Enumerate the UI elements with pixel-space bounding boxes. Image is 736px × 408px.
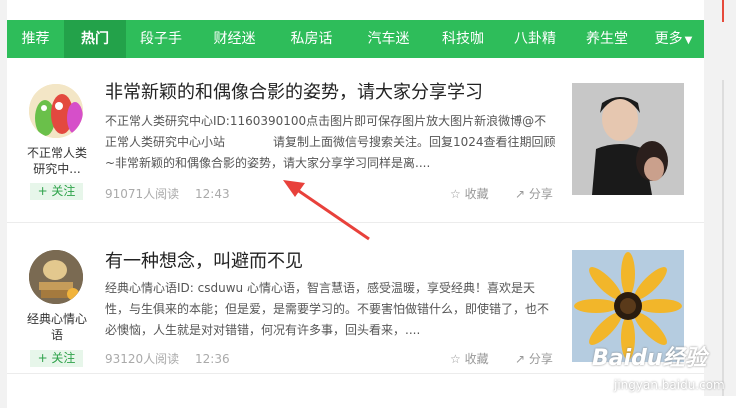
read-count: 91071人阅读 (105, 187, 180, 201)
follow-button[interactable]: + 关注 (30, 350, 83, 367)
nav-item-more[interactable]: 更多 ▼ (643, 20, 704, 58)
article-meta: 93120人阅读 12:36 (105, 350, 242, 367)
nav-item-private[interactable]: 私房话 (273, 20, 350, 58)
author-name-line: 经典心情心 (26, 312, 87, 326)
publish-time: 12:43 (195, 187, 230, 201)
chevron-down-icon: ▼ (684, 35, 693, 46)
article-summary: 不正常人类研究中心ID:1160390100点击图片即可保存图片放大图片新浪微博… (105, 114, 556, 170)
follow-button[interactable]: + 关注 (30, 183, 83, 200)
right-edge-accent (722, 0, 724, 22)
article-meta: 91071人阅读 12:43 (105, 185, 242, 202)
favorite-button[interactable]: ☆ 收藏 (450, 350, 489, 367)
article-summary: 经典心情心语ID: csduwu 心情心语，智言慧语，感受温暖，享受经典！喜欢是… (105, 281, 550, 337)
right-edge-line (722, 80, 724, 408)
share-button[interactable]: ↗ 分享 (515, 350, 553, 367)
nav-item-gossip[interactable]: 八卦精 (499, 20, 571, 58)
article-title[interactable]: 非常新颖的和偶像合影的姿势，请大家分享学习 (105, 78, 483, 104)
nav-item-jokes[interactable]: 段子手 (126, 20, 196, 58)
author-avatar[interactable] (29, 250, 83, 304)
read-count: 93120人阅读 (105, 352, 180, 366)
share-button[interactable]: ↗ 分享 (515, 185, 553, 202)
star-icon: ☆ (450, 187, 461, 201)
author-name-line: 研究中... (33, 162, 81, 176)
baidu-watermark-logo: Baidu经验 (592, 346, 707, 371)
share-icon: ↗ (515, 187, 526, 201)
bottom-strip (7, 396, 736, 408)
nav-item-recommend[interactable]: 推荐 (7, 20, 64, 58)
publish-time: 12:36 (195, 352, 230, 366)
author-name-line: 不正常人类 (26, 146, 87, 160)
share-icon: ↗ (515, 352, 526, 366)
nav-item-health[interactable]: 养生堂 (571, 20, 643, 58)
author-avatar[interactable] (29, 84, 83, 138)
nav-item-hot[interactable]: 热门 (64, 20, 126, 58)
article-title[interactable]: 有一种想念，叫避而不见 (105, 247, 303, 273)
favorite-button[interactable]: ☆ 收藏 (450, 185, 489, 202)
author-name[interactable]: 不正常人类 研究中... (15, 145, 99, 177)
baidu-watermark-url: jingyan.baidu.com (614, 378, 725, 392)
author-name[interactable]: 经典心情心 语 (15, 311, 99, 343)
category-nav: 推荐 热门 段子手 财经迷 私房话 汽车迷 科技咖 八卦精 养生堂 更多 ▼ (7, 20, 704, 58)
nav-item-cars[interactable]: 汽车迷 (350, 20, 427, 58)
nav-item-finance[interactable]: 财经迷 (196, 20, 273, 58)
nav-item-tech[interactable]: 科技咖 (427, 20, 499, 58)
author-name-line: 语 (50, 328, 63, 342)
star-icon: ☆ (450, 352, 461, 366)
article-thumbnail[interactable] (572, 83, 684, 195)
